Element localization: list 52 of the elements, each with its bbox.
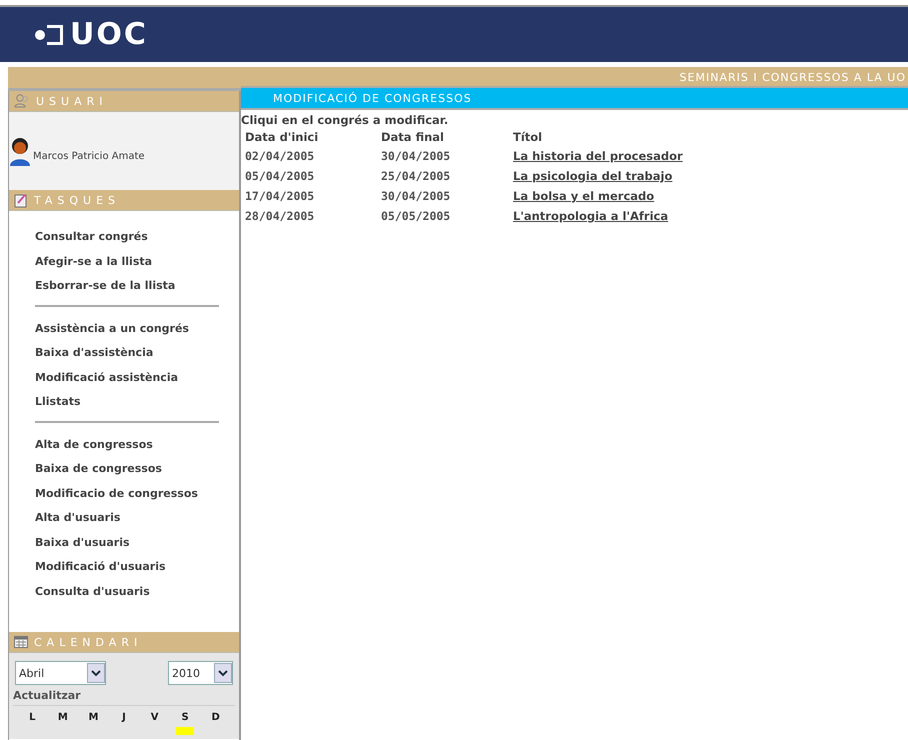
menu-link[interactable]: Esborrar-se de la llista [35,274,219,298]
section-title: CALENDARI [34,636,142,648]
weekday-label: J [120,712,127,723]
calendar-icon [14,636,28,648]
congress-link[interactable]: La psicologia del trabajo [513,169,672,183]
menu-link[interactable]: Assistència a un congrés [35,316,219,341]
menu-link[interactable]: Afegir-se a la llista [35,250,219,274]
congress-link[interactable]: La historia del procesador [513,149,683,163]
start-date: 28/04/2005 [245,209,314,223]
end-date: 25/04/2005 [381,169,450,183]
weekday-label: L [28,712,36,723]
menu-link[interactable]: Baixa de congressos [35,457,219,482]
page-title: MODIFICACIÓ DE CONGRESSOS [273,92,472,104]
weekday-label: M [56,712,69,723]
banner-title: SEMINARIS I CONGRESSOS A LA UO [680,71,907,84]
menu-link[interactable]: Modificació d'usuaris [35,555,219,580]
weekday-label: D [210,712,221,723]
weekday-label: S [180,712,190,723]
instruction-text: Cliqui en el congrés a modificar. [241,113,450,127]
end-date: 30/04/2005 [381,149,450,163]
logo-icon [34,22,66,46]
congress-link[interactable]: La bolsa y el mercado [513,189,654,203]
start-date: 02/04/2005 [245,149,314,163]
menu-link[interactable]: Modificacio de congressos [35,482,219,506]
menu-link[interactable]: Baixa d'usuaris [35,530,219,555]
logo: UOC [70,17,148,52]
weekday-label: M [87,712,100,723]
column-header: Data d'inici [245,130,320,146]
section-title: USUARI [36,94,108,108]
column-header: Data final [381,130,513,146]
menu-link[interactable]: Alta d'usuaris [35,506,219,530]
menu-link[interactable]: Consulta d'usuaris [35,580,219,604]
update-link[interactable]: Actualitzar [13,689,81,702]
weekday-label: V [150,712,160,723]
menu-link[interactable]: Alta de congressos [35,432,219,457]
column-header: Títol [513,130,544,146]
avatar-icon [9,136,31,166]
menu-link[interactable]: Consultar congrés [35,225,219,250]
notepad-icon [14,192,28,208]
year-select[interactable]: 2010 [168,661,233,685]
start-date: 17/04/2005 [245,189,314,203]
month-select[interactable]: Abril [15,661,106,685]
menu-link[interactable]: Modificació assistència [35,366,219,390]
start-date: 05/04/2005 [245,169,314,183]
end-date: 30/04/2005 [381,189,450,203]
user-icon [14,94,30,108]
congress-link[interactable]: L'antropologia a l'Africa [513,209,668,223]
menu-link[interactable]: Baixa d'assistència [35,341,219,366]
user-name: Marcos Patricio Amate [33,150,145,162]
section-title: TASQUES [34,194,120,206]
end-date: 05/05/2005 [381,209,450,223]
menu-link[interactable]: Llistats [35,390,219,414]
